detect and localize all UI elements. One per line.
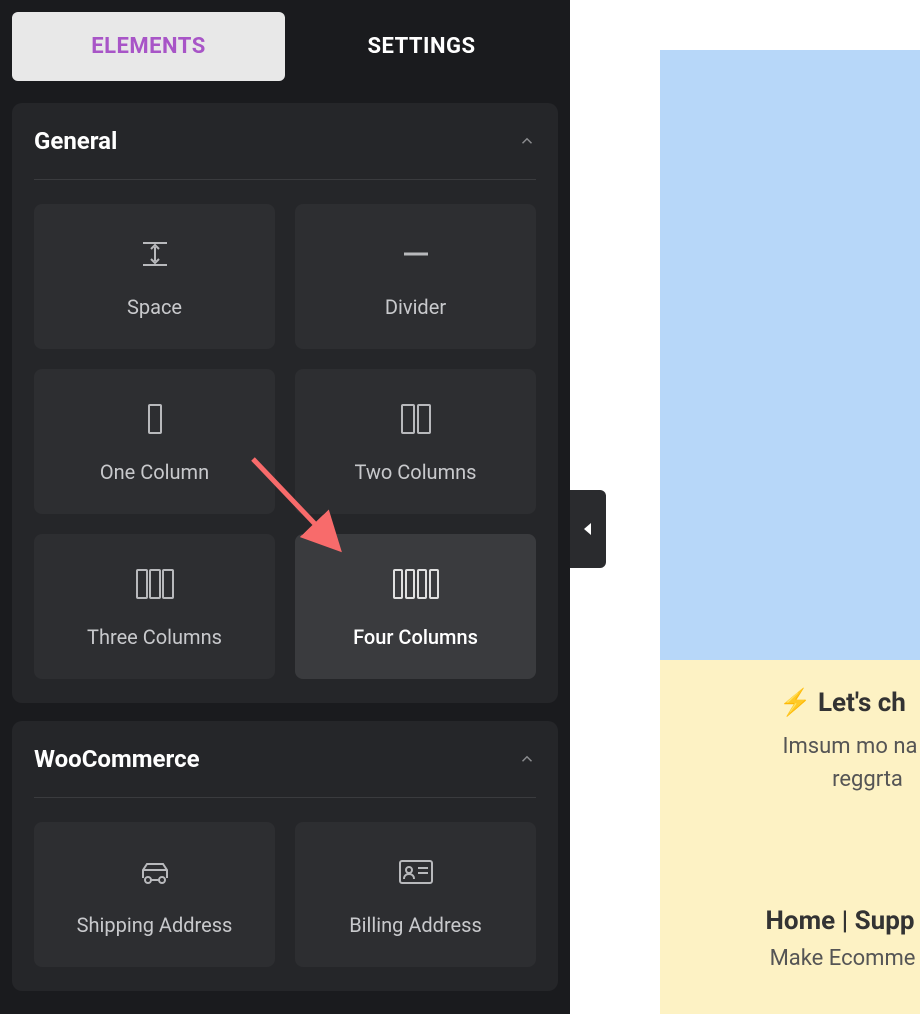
element-billing-address[interactable]: Billing Address [295,822,536,967]
triangle-left-icon [582,521,594,537]
section-woocommerce-title: WooCommerce [34,745,200,773]
preview-footer-links: Home | Supp [660,906,920,936]
section-woocommerce-header[interactable]: WooCommerce [34,745,536,798]
preview-headline: ⚡ Let's ch [660,688,920,718]
element-label: Shipping Address [77,913,233,937]
element-label: Two Columns [355,460,477,484]
chevron-up-icon [518,132,536,150]
woocommerce-element-grid: Shipping Address Billing Address [34,822,536,967]
element-label: Billing Address [349,913,482,937]
space-icon [139,235,171,273]
one-column-icon [144,400,166,438]
preview-subtext-1: Imsum mo na [660,730,920,763]
element-one-column[interactable]: One Column [34,369,275,514]
section-general-title: General [34,127,117,155]
preview-hero-block [660,50,920,660]
four-columns-icon [391,565,441,603]
three-columns-icon [133,565,177,603]
element-label: Space [127,295,182,319]
section-general-header[interactable]: General [34,127,536,180]
element-divider[interactable]: Divider [295,204,536,349]
element-two-columns[interactable]: Two Columns [295,369,536,514]
chevron-up-icon [518,750,536,768]
preview-subtext-2: reggrta [660,763,920,796]
editor-sidebar: ELEMENTS SETTINGS General Space Divider [0,0,570,1014]
element-three-columns[interactable]: Three Columns [34,534,275,679]
element-space[interactable]: Space [34,204,275,349]
general-element-grid: Space Divider One Column Two Columns [34,204,536,679]
collapse-sidebar-button[interactable] [570,490,606,568]
element-label: Divider [385,295,446,319]
tab-elements[interactable]: ELEMENTS [12,12,285,81]
element-label: Four Columns [353,625,478,649]
tab-settings[interactable]: SETTINGS [285,12,558,81]
preview-content-block: ⚡ Let's ch Imsum mo na reggrta Home | Su… [660,660,920,1014]
bolt-icon: ⚡ [779,688,811,718]
element-label: One Column [100,460,209,484]
shipping-icon [135,853,175,891]
tab-bar: ELEMENTS SETTINGS [12,12,558,81]
preview-pane: ⚡ Let's ch Imsum mo na reggrta Home | Su… [660,50,920,1014]
element-shipping-address[interactable]: Shipping Address [34,822,275,967]
divider-icon [398,235,434,273]
billing-icon [396,853,436,891]
preview-footer-sub: Make Ecomme [660,946,920,971]
two-columns-icon [396,400,436,438]
element-label: Three Columns [87,625,222,649]
element-four-columns[interactable]: Four Columns [295,534,536,679]
section-general: General Space Divider One Column [12,103,558,703]
section-woocommerce: WooCommerce Shipping Address Billing Add… [12,721,558,991]
